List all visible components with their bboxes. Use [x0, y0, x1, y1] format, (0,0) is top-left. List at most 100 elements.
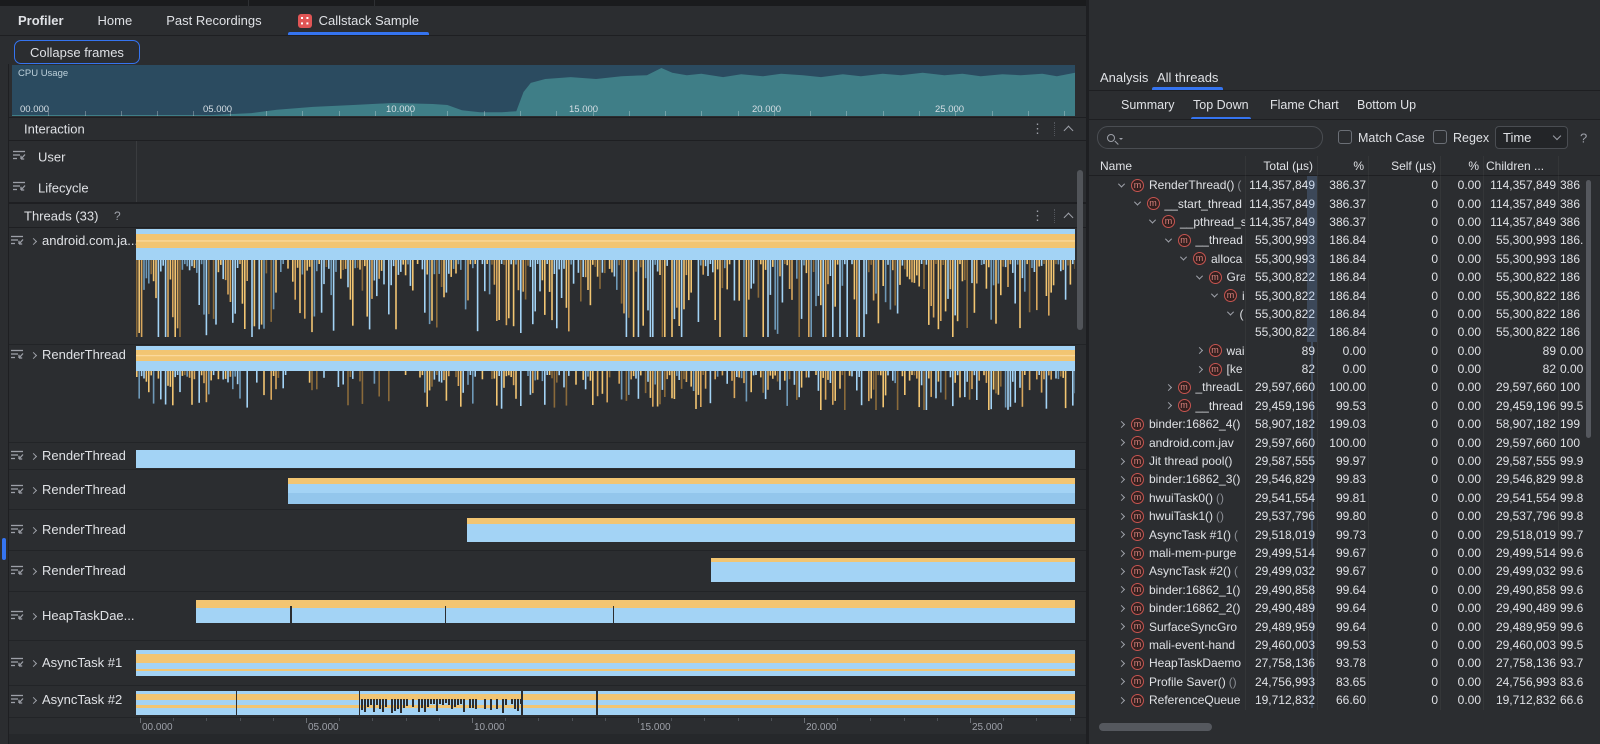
table-row[interactable]: mJit thread pool()29,587,55599.9700.0029…: [1089, 452, 1600, 470]
thread-state-bar[interactable]: [136, 691, 1075, 715]
track-expand-icon[interactable]: [10, 565, 24, 580]
table-row[interactable]: mAsyncTask #1()(29,518,01999.7300.0029,5…: [1089, 525, 1600, 543]
table-row[interactable]: mSurfaceSyncGro29,489,95999.6400.0029,48…: [1089, 617, 1600, 635]
thread-state-bar[interactable]: [136, 650, 1075, 676]
column-header-name[interactable]: Name: [1089, 156, 1245, 175]
regex-checkbox[interactable]: [1433, 130, 1447, 144]
search-box[interactable]: [1097, 126, 1323, 149]
thread-state-bar[interactable]: [467, 518, 1075, 542]
chevron-right-icon[interactable]: [30, 697, 37, 704]
chevron-right-icon[interactable]: [1118, 531, 1125, 538]
table-row[interactable]: malloca55,300,993186.8400.0055,300,99318…: [1089, 250, 1600, 268]
chevron-right-icon[interactable]: [30, 487, 37, 494]
thread-track-4[interactable]: RenderThread: [0, 510, 1086, 551]
chevron-right-icon[interactable]: [30, 613, 37, 620]
table-row[interactable]: m[ke820.0000.00820.00: [1089, 360, 1600, 378]
table-row[interactable]: m_threadL29,597,660100.0000.0029,597,660…: [1089, 378, 1600, 396]
tab-analysis[interactable]: Analysis: [1100, 64, 1148, 90]
table-row[interactable]: m__thread29,459,19699.5300.0029,459,1969…: [1089, 397, 1600, 415]
chevron-right-icon[interactable]: [1195, 366, 1202, 373]
chevron-right-icon[interactable]: [1118, 513, 1125, 520]
column-header-total[interactable]: Total (µs): [1245, 156, 1317, 175]
subtab-flame-chart[interactable]: Flame Chart: [1270, 91, 1339, 119]
chevron-down-icon[interactable]: [1180, 254, 1187, 261]
match-case-checkbox[interactable]: [1338, 130, 1352, 144]
thread-track-2[interactable]: RenderThread: [0, 443, 1086, 470]
chevron-right-icon[interactable]: [30, 453, 37, 460]
tab-past-recordings[interactable]: Past Recordings: [166, 13, 261, 28]
collapse-frames-button[interactable]: Collapse frames: [14, 40, 140, 64]
thread-state-bar[interactable]: [196, 600, 1075, 623]
chevron-right-icon[interactable]: [1118, 494, 1125, 501]
table-horizontal-scrollbar[interactable]: [1099, 723, 1212, 731]
thread-state-bar[interactable]: [711, 558, 1075, 582]
thread-track-6[interactable]: HeapTaskDae...: [0, 592, 1086, 641]
chevron-right-icon[interactable]: [1118, 421, 1125, 428]
chevron-down-icon[interactable]: [1164, 235, 1171, 242]
thread-track-3[interactable]: RenderThread: [0, 470, 1086, 510]
thread-state-bar[interactable]: [136, 450, 1075, 468]
chevron-right-icon[interactable]: [1164, 384, 1171, 391]
subtab-summary[interactable]: Summary: [1121, 91, 1174, 119]
chevron-down-icon[interactable]: [1211, 291, 1218, 298]
column-header-children[interactable]: Children ...: [1483, 156, 1558, 175]
interaction-row-lifecycle[interactable]: Lifecycle: [0, 172, 1086, 203]
subtab-bottom-up[interactable]: Bottom Up: [1357, 91, 1416, 119]
track-expand-icon[interactable]: [10, 524, 24, 539]
cpu-usage-chart[interactable]: CPU Usage 00.00005.00010.00015.00020.000…: [12, 65, 1075, 116]
interaction-row-user[interactable]: User: [0, 141, 1086, 172]
chevron-right-icon[interactable]: [30, 568, 37, 575]
chevron-right-icon[interactable]: [1118, 549, 1125, 556]
chevron-right-icon[interactable]: [1118, 476, 1125, 483]
table-row[interactable]: mmali-mem-purge29,499,51499.6700.0029,49…: [1089, 544, 1600, 562]
thread-track-7[interactable]: AsyncTask #1: [0, 641, 1086, 686]
table-row[interactable]: mmali-event-hand29,460,00399.5300.0029,4…: [1089, 636, 1600, 654]
time-dropdown[interactable]: Time: [1495, 126, 1568, 149]
table-row[interactable]: mi55,300,822186.8400.0055,300,822186: [1089, 286, 1600, 304]
table-row[interactable]: mwai890.0000.00890.00: [1089, 342, 1600, 360]
table-row[interactable]: m__thread55,300,993186.8400.0055,300,993…: [1089, 231, 1600, 249]
track-expand-icon[interactable]: [10, 484, 24, 499]
column-header-self[interactable]: Self (µs): [1368, 156, 1440, 175]
column-header-self-pct[interactable]: %: [1440, 156, 1483, 175]
table-row[interactable]: mHeapTaskDaemo27,758,13693.7800.0027,758…: [1089, 654, 1600, 672]
track-expand-icon[interactable]: [10, 657, 24, 672]
chevron-right-icon[interactable]: [1164, 402, 1171, 409]
chevron-right-icon[interactable]: [1118, 568, 1125, 575]
chevron-right-icon[interactable]: [1118, 439, 1125, 446]
tab-home[interactable]: Home: [98, 13, 133, 28]
chevron-right-icon[interactable]: [1118, 458, 1125, 465]
table-row[interactable]: m__pthread_s114,357,849386.3700.00114,35…: [1089, 213, 1600, 231]
table-row[interactable]: mbinder:16862_1()29,490,85899.6400.0029,…: [1089, 581, 1600, 599]
chevron-right-icon[interactable]: [1118, 641, 1125, 648]
chevron-down-icon[interactable]: [1149, 217, 1156, 224]
tab-all-threads[interactable]: All threads: [1157, 64, 1218, 90]
chevron-right-icon[interactable]: [30, 238, 37, 245]
thread-state-bar[interactable]: [288, 478, 1075, 504]
subtab-top-down[interactable]: Top Down: [1193, 91, 1249, 119]
table-vertical-scrollbar[interactable]: [1586, 180, 1591, 438]
flame-chart[interactable]: [136, 229, 1075, 338]
tab-callstack-sample[interactable]: Callstack Sample: [298, 6, 419, 35]
chevron-down-icon[interactable]: [1118, 180, 1125, 187]
track-expand-icon[interactable]: [12, 149, 26, 164]
threads-scrollbar[interactable]: [1077, 170, 1083, 330]
thread-track-5[interactable]: RenderThread: [0, 551, 1086, 592]
table-row[interactable]: m__start_thread114,357,849386.3700.00114…: [1089, 194, 1600, 212]
chevron-right-icon[interactable]: [1118, 697, 1125, 704]
interaction-kebab-icon[interactable]: ⋮: [1031, 121, 1044, 137]
search-help-icon[interactable]: ?: [1580, 131, 1587, 146]
table-row[interactable]: mbinder:16862_4()58,907,182199.0300.0058…: [1089, 415, 1600, 433]
table-row[interactable]: mhwuiTask1()()29,537,79699.8000.0029,537…: [1089, 507, 1600, 525]
threads-collapse-icon[interactable]: [1064, 212, 1074, 222]
chevron-right-icon[interactable]: [30, 527, 37, 534]
thread-track-0[interactable]: android.com.ja...: [0, 228, 1086, 345]
track-expand-icon[interactable]: [12, 180, 26, 195]
search-input[interactable]: [1123, 130, 1322, 146]
table-row[interactable]: mhwuiTask0()()29,541,55499.8100.0029,541…: [1089, 489, 1600, 507]
table-row[interactable]: mbinder:16862_3()29,546,82999.8300.0029,…: [1089, 470, 1600, 488]
track-expand-icon[interactable]: [10, 235, 24, 250]
table-row[interactable]: mGra55,300,822186.8400.0055,300,822186: [1089, 268, 1600, 286]
column-header-total-pct[interactable]: %: [1317, 156, 1368, 175]
table-row[interactable]: mRenderThread()(114,357,849386.3700.0011…: [1089, 176, 1600, 194]
